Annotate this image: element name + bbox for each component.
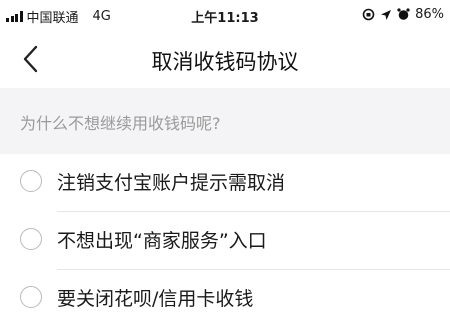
radio-button[interactable] [20,286,42,308]
radio-button[interactable] [20,228,42,250]
radio-button[interactable] [20,170,42,192]
reason-label: 注销支付宝账户提示需取消 [57,172,286,194]
page-title: 取消收钱码协议 [151,50,299,74]
question-header: 为什么不想继续用收钱码呢? [0,88,450,154]
battery-percent: 86% [415,7,444,22]
reason-label: 要关闭花呗/信用卡收钱 [57,288,254,310]
navigation-bar: 取消收钱码协议 [0,30,450,88]
rotation-lock-icon [362,8,375,21]
reason-option[interactable]: 要关闭花呗/信用卡收钱 [0,270,450,328]
reason-list: 注销支付宝账户提示需取消 不想出现“商家服务”入口 要关闭花呗/信用卡收钱 [0,154,450,328]
status-right: 86% [362,7,444,22]
question-text: 为什么不想继续用收钱码呢? [20,114,221,133]
reason-option[interactable]: 不想出现“商家服务”入口 [0,212,450,270]
location-icon [381,9,392,20]
alarm-icon [397,8,410,20]
status-bar: 中国联通 4G 上午11:13 86% [0,0,450,30]
reason-label: 不想出现“商家服务”入口 [57,230,267,252]
reason-option[interactable]: 注销支付宝账户提示需取消 [0,154,450,212]
